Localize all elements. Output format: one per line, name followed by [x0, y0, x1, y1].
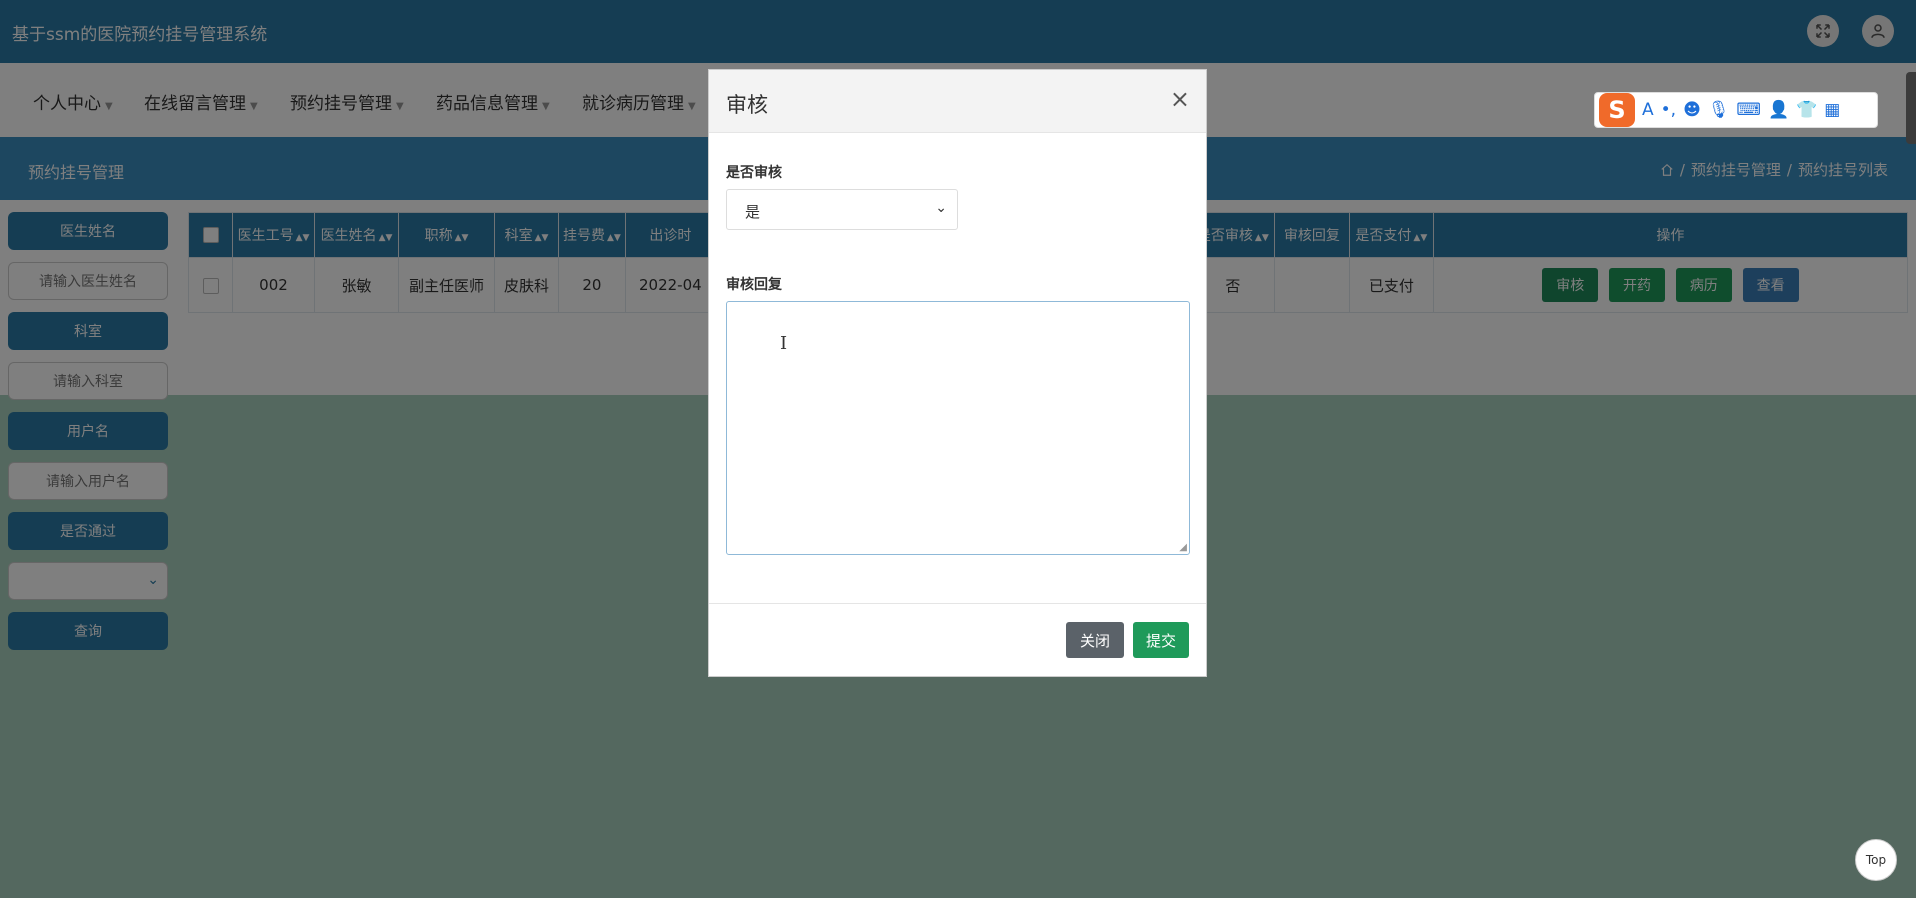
modal-title: 审核: [726, 93, 768, 117]
resize-handle-icon[interactable]: ◢: [1179, 542, 1187, 553]
back-to-top-button[interactable]: Top: [1855, 839, 1897, 881]
ime-toolbar: S A •, ☻ 🎙 ⌨ 👤 👕 ▦: [1594, 92, 1878, 128]
review-status-value: 是: [745, 203, 761, 221]
chevron-down-icon: ⌄: [935, 200, 947, 216]
modal-footer: 关闭 提交: [709, 603, 1206, 676]
shirt-icon[interactable]: 👕: [1796, 100, 1817, 120]
review-reply-textarea[interactable]: I ◢: [726, 301, 1190, 555]
review-status-label: 是否审核: [726, 165, 782, 181]
modal-header: 审核 ×: [709, 70, 1206, 133]
review-modal: 审核 × 是否审核 是 ⌄ 审核回复 I ◢ 关闭 提交: [708, 69, 1207, 677]
review-status-select[interactable]: 是 ⌄: [726, 189, 958, 230]
close-icon[interactable]: ×: [1170, 85, 1190, 113]
side-edge-tab[interactable]: [1906, 72, 1916, 144]
ime-logo[interactable]: S: [1599, 93, 1635, 127]
grid-icon[interactable]: ▦: [1824, 100, 1840, 120]
punctuation-icon[interactable]: •,: [1661, 100, 1676, 120]
emoji-icon[interactable]: ☻: [1683, 100, 1701, 120]
close-button[interactable]: 关闭: [1066, 622, 1124, 658]
text-cursor-icon: I: [780, 333, 788, 354]
review-reply-label: 审核回复: [726, 277, 782, 293]
person-icon[interactable]: 👤: [1768, 100, 1789, 120]
letter-a-icon[interactable]: A: [1642, 100, 1654, 120]
microphone-icon[interactable]: 🎙: [1708, 100, 1730, 120]
submit-button[interactable]: 提交: [1133, 622, 1189, 658]
keyboard-icon[interactable]: ⌨: [1736, 100, 1761, 120]
